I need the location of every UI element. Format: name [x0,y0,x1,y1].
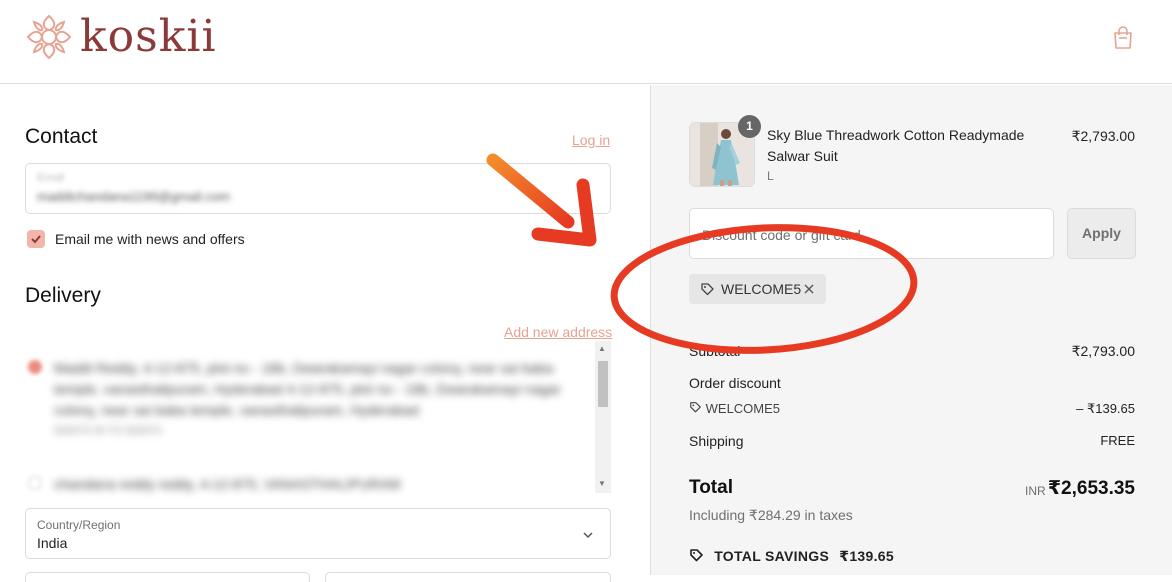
total-savings: TOTAL SAVINGS ₹139.65 [689,548,894,565]
order-discount-code: WELCOME5 [705,401,781,416]
product-variant: L [767,169,774,183]
add-address-link[interactable]: Add new address [504,324,612,340]
brand-logo[interactable]: koskii [24,10,217,64]
country-value: India [37,535,68,551]
scroll-up-icon[interactable]: ▲ [598,344,606,353]
shipping-label: Shipping [689,433,744,449]
apply-discount-button[interactable]: Apply [1067,208,1136,259]
tag-icon [690,549,703,562]
subtotal-label: Subtotal [689,343,741,359]
scroll-thumb[interactable] [598,361,608,407]
order-summary: 1 Sky Blue Threadwork Cotton Readymade S… [650,85,1172,575]
subtotal-value: ₹2,793.00 [1071,343,1135,359]
address-radio[interactable] [28,476,42,490]
contact-heading: Contact [25,125,98,148]
shipping-value: FREE [1100,433,1135,448]
order-discount-value: – ₹139.65 [1076,401,1135,416]
address-line: Maddi Reddy, 4-12-875, plot no - 18b, Dw… [54,360,554,376]
order-discount-label: Order discount [689,375,781,391]
address-line: 500070 IN TS 500070 [54,425,162,437]
chevron-down-icon [583,532,593,539]
newsletter-checkbox[interactable] [27,230,45,248]
total-amount: ₹2,653.35 [1047,478,1135,499]
checkout-form: Contact Log in Email maddichandana1199@g… [0,85,650,582]
email-field[interactable]: Email maddichandana1199@gmail.com [25,163,611,214]
tag-icon [690,402,701,413]
address-line: temple, vanasthalipuram, Hyderabad 4-12-… [54,381,561,397]
email-value: maddichandana1199@gmail.com [37,189,230,204]
country-select[interactable]: Country/Region India [25,508,611,559]
saved-address-list: Maddi Reddy, 4-12-875, plot no - 18b, Dw… [25,342,611,492]
shopping-bag-icon[interactable] [1112,26,1134,50]
address-radio-selected[interactable] [28,360,42,374]
scroll-down-icon[interactable]: ▼ [598,479,606,488]
discount-code-input[interactable]: Discount code or gift card [689,208,1054,259]
address-option-2[interactable]: chandana reddy reddy, 4-12-875, VANASTHA… [54,474,604,495]
delivery-heading: Delivery [25,284,101,307]
email-label: Email [37,172,65,184]
address-line: chandana reddy reddy, 4-12-875, VANASTHA… [54,476,401,492]
koskii-emblem-icon [26,14,72,60]
last-name-field[interactable] [325,572,611,582]
quantity-badge: 1 [738,115,761,138]
login-link[interactable]: Log in [572,132,610,148]
applied-discount-code: WELCOME5 [721,281,802,297]
address-option-1[interactable]: Maddi Reddy, 4-12-875, plot no - 18b, Dw… [54,358,604,442]
address-line: colony, near sai baba temple, vanasthali… [54,402,419,418]
total-savings-value: ₹139.65 [839,548,894,564]
product-name: Sky Blue Threadwork Cotton Readymade Sal… [767,127,1025,164]
first-name-field[interactable] [25,572,310,582]
product-price: ₹2,793.00 [1071,128,1135,144]
discount-placeholder: Discount code or gift card [702,227,861,243]
remove-discount-icon[interactable] [803,283,815,295]
tag-icon [701,283,714,296]
applied-discount-chip: WELCOME5 [689,274,826,304]
order-discount-code-row: WELCOME5 [689,401,780,416]
currency-code: INR [1025,484,1046,498]
site-header: koskii [0,0,1172,84]
tax-note: Including ₹284.29 in taxes [689,507,853,523]
total-savings-label: TOTAL SAVINGS [714,548,830,564]
checkmark-icon [31,235,41,244]
total-label: Total [689,477,733,498]
brand-name: koskii [80,11,217,62]
address-scrollbar[interactable]: ▲ ▼ [595,341,611,493]
newsletter-label: Email me with news and offers [55,231,245,247]
country-label: Country/Region [37,518,121,532]
